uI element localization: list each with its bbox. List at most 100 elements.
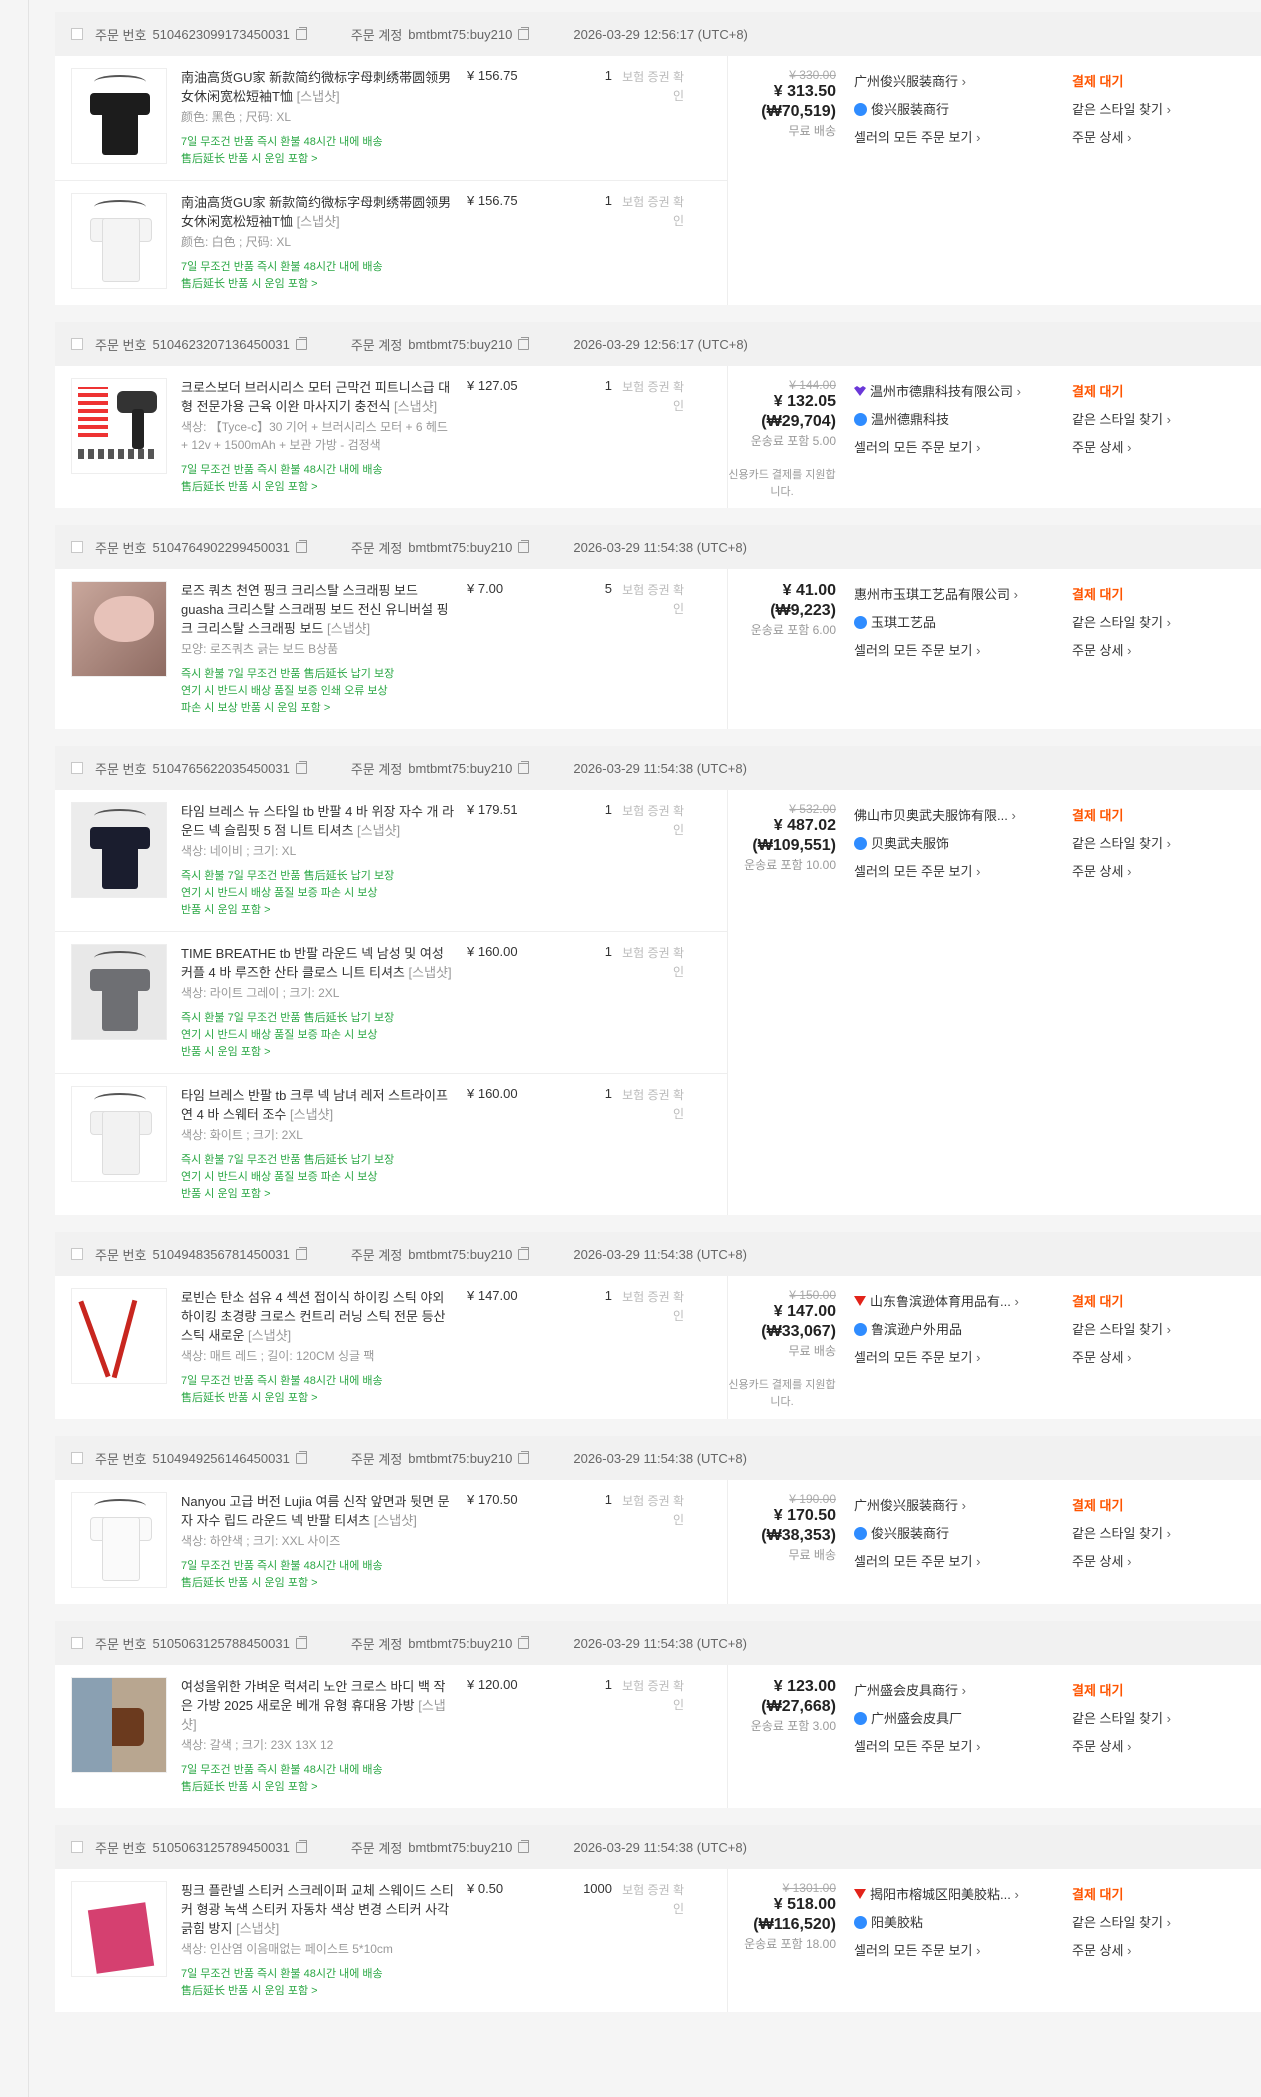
product-thumbnail[interactable] [71,1881,167,1977]
copy-icon[interactable] [295,1450,307,1464]
service-tag-line[interactable]: 즉시 환불 7일 무조건 반품 售后延长 납기 보장 [181,666,457,683]
shop-chat-link[interactable]: 广州盛会皮具厂 [854,1705,1072,1733]
copy-icon[interactable] [518,336,530,350]
view-all-orders-link[interactable]: 셀러의 모든 주문 보기 › [854,434,1072,462]
copy-icon[interactable] [295,539,307,553]
shop-chat-link[interactable]: 俊兴服装商行 [854,1520,1072,1548]
service-tag-line[interactable]: 售后延长 반품 시 운임 포함 > [181,1779,457,1796]
view-all-orders-link[interactable]: 셀러의 모든 주문 보기 › [854,1937,1072,1965]
product-thumbnail[interactable] [71,68,167,164]
chat-icon[interactable] [854,1527,867,1540]
snapshot-link[interactable]: [스냅샷] [290,1107,333,1122]
service-tag-line[interactable]: 7일 무조건 반품 즉시 환불 48시간 내에 배송 [181,259,457,276]
insurance-link[interactable]: 보험 증권 확인 [612,1288,696,1407]
product-thumbnail[interactable] [71,1288,167,1384]
snapshot-link[interactable]: [스냅샷] [357,823,400,838]
seller-name[interactable]: 广州俊兴服装商行 › [854,68,1072,96]
item-title[interactable]: 南油高货GU家 新款简约微标字母刺绣帯圆领男女休闲宽松短袖T恤 [스냅샷] [181,68,457,106]
copy-icon[interactable] [295,26,307,40]
chat-icon[interactable] [854,837,867,850]
service-tag-line[interactable]: 연기 시 반드시 배상 품질 보증 파손 시 보상 [181,885,457,902]
insurance-link[interactable]: 보험 증권 확인 [612,1881,696,2000]
find-same-style-link[interactable]: 같은 스타일 찾기 › [1072,1705,1171,1733]
seller-name[interactable]: 温州市德鼎科技有限公司 › [854,378,1072,406]
snapshot-link[interactable]: [스냅샷] [181,1698,446,1732]
service-tag-line[interactable]: 반품 시 운임 포함 > [181,1044,457,1061]
item-title[interactable]: 여성을위한 가벼운 럭셔리 노안 크로스 바디 백 작은 가방 2025 새로운… [181,1677,457,1734]
insurance-link[interactable]: 보험 증권 확인 [612,581,696,717]
service-tag-line[interactable]: 즉시 환불 7일 무조건 반품 售后延长 납기 보장 [181,1010,457,1027]
order-checkbox[interactable] [71,338,83,350]
copy-icon[interactable] [295,1635,307,1649]
seller-name[interactable]: 揭阳市榕城区阳美胶粘... › [854,1881,1072,1909]
insurance-link[interactable]: 보험 증권 확인 [612,802,696,919]
insurance-link[interactable]: 보험 증권 확인 [612,1086,696,1203]
order-detail-link[interactable]: 주문 상세 › [1072,637,1171,665]
order-detail-link[interactable]: 주문 상세 › [1072,124,1171,152]
copy-icon[interactable] [295,1839,307,1853]
shop-chat-link[interactable]: 贝奥武夫服饰 [854,830,1072,858]
find-same-style-link[interactable]: 같은 스타일 찾기 › [1072,406,1171,434]
service-tag-line[interactable]: 연기 시 반드시 배상 품질 보증 파손 시 보상 [181,1027,457,1044]
product-thumbnail[interactable] [71,1086,167,1182]
copy-icon[interactable] [518,1635,530,1649]
insurance-link[interactable]: 보험 증권 확인 [612,944,696,1061]
find-same-style-link[interactable]: 같은 스타일 찾기 › [1072,1909,1171,1937]
view-all-orders-link[interactable]: 셀러의 모든 주문 보기 › [854,124,1072,152]
shop-chat-link[interactable]: 鲁滨逊户外用品 [854,1316,1072,1344]
chat-icon[interactable] [854,616,867,629]
shop-chat-link[interactable]: 俊兴服装商行 [854,96,1072,124]
seller-name[interactable]: 惠州市玉琪工艺品有限公司 › [854,581,1072,609]
service-tag-line[interactable]: 즉시 환불 7일 무조건 반품 售后延长 납기 보장 [181,1152,457,1169]
order-checkbox[interactable] [71,1841,83,1853]
snapshot-link[interactable]: [스냅샷] [248,1328,291,1343]
item-title[interactable]: 크로스보더 브러시리스 모터 근막건 피트니스급 대형 전문가용 근육 이완 마… [181,378,457,416]
copy-icon[interactable] [518,1839,530,1853]
snapshot-link[interactable]: [스냅샷] [297,89,340,104]
shop-chat-link[interactable]: 温州德鼎科技 [854,406,1072,434]
insurance-link[interactable]: 보험 증권 확인 [612,193,696,293]
order-detail-link[interactable]: 주문 상세 › [1072,858,1171,886]
product-thumbnail[interactable] [71,1677,167,1773]
seller-name[interactable]: 广州俊兴服装商行 › [854,1492,1072,1520]
service-tag-line[interactable]: 연기 시 반드시 배상 품질 보증 인쇄 오류 보상 [181,683,457,700]
find-same-style-link[interactable]: 같은 스타일 찾기 › [1072,1316,1171,1344]
view-all-orders-link[interactable]: 셀러의 모든 주문 보기 › [854,1733,1072,1761]
item-title[interactable]: 로빈슨 탄소 섬유 4 섹션 접이식 하이킹 스틱 야외 하이킹 초경량 크로스… [181,1288,457,1345]
find-same-style-link[interactable]: 같은 스타일 찾기 › [1072,609,1171,637]
order-detail-link[interactable]: 주문 상세 › [1072,1344,1171,1372]
service-tag-line[interactable]: 연기 시 반드시 배상 품질 보증 파손 시 보상 [181,1169,457,1186]
find-same-style-link[interactable]: 같은 스타일 찾기 › [1072,1520,1171,1548]
order-detail-link[interactable]: 주문 상세 › [1072,1548,1171,1576]
copy-icon[interactable] [518,1450,530,1464]
service-tag-line[interactable]: 售后延长 반품 시 운임 포함 > [181,479,457,496]
view-all-orders-link[interactable]: 셀러의 모든 주문 보기 › [854,637,1072,665]
item-title[interactable]: TIME BREATHE tb 반팔 라운드 넥 남성 및 여성 커플 4 바 … [181,944,457,982]
insurance-link[interactable]: 보험 증권 확인 [612,378,696,496]
product-thumbnail[interactable] [71,944,167,1040]
view-all-orders-link[interactable]: 셀러의 모든 주문 보기 › [854,1344,1072,1372]
order-checkbox[interactable] [71,1248,83,1260]
chat-icon[interactable] [854,1712,867,1725]
seller-name[interactable]: 佛山市贝奥武夫服饰有限... › [854,802,1072,830]
product-thumbnail[interactable] [71,1492,167,1588]
item-title[interactable]: 로즈 쿼츠 천연 핑크 크리스탈 스크래핑 보드 guasha 크리스탈 스크래… [181,581,457,638]
order-checkbox[interactable] [71,28,83,40]
snapshot-link[interactable]: [스냅샷] [394,399,437,414]
service-tag-line[interactable]: 售后延长 반품 시 운임 포함 > [181,276,457,293]
item-title[interactable]: 타임 브레스 반팔 tb 크루 넥 남녀 레저 스트라이프 연 4 바 스웨터 … [181,1086,457,1124]
insurance-link[interactable]: 보험 증권 확인 [612,1492,696,1592]
item-title[interactable]: 南油高货GU家 新款简约微标字母刺绣帯圆领男女休闲宽松短袖T恤 [스냅샷] [181,193,457,231]
shop-chat-link[interactable]: 玉琪工艺品 [854,609,1072,637]
chat-icon[interactable] [854,413,867,426]
insurance-link[interactable]: 보험 증권 확인 [612,1677,696,1796]
insurance-link[interactable]: 보험 증권 확인 [612,68,696,168]
service-tag-line[interactable]: 반품 시 운임 포함 > [181,1186,457,1203]
order-checkbox[interactable] [71,541,83,553]
service-tag-line[interactable]: 7일 무조건 반품 즉시 환불 48시간 내에 배송 [181,462,457,479]
order-checkbox[interactable] [71,762,83,774]
order-detail-link[interactable]: 주문 상세 › [1072,434,1171,462]
view-all-orders-link[interactable]: 셀러의 모든 주문 보기 › [854,858,1072,886]
seller-name[interactable]: 山东鲁滨逊体育用品有... › [854,1288,1072,1316]
copy-icon[interactable] [295,1246,307,1260]
